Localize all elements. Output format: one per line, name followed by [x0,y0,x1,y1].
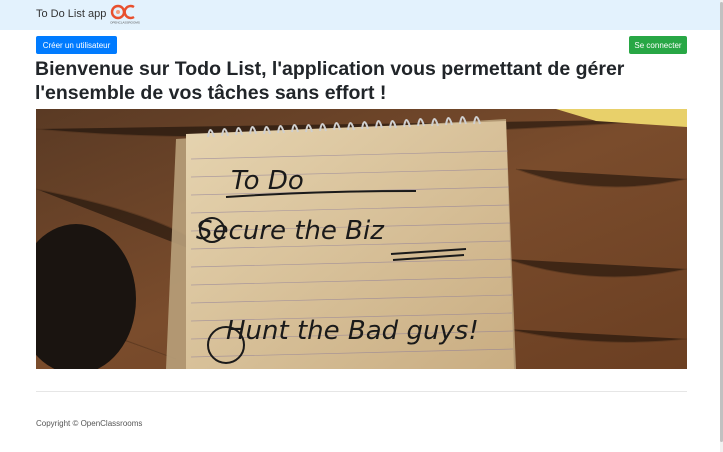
copyright-text: Copyright © OpenClassrooms [36,419,143,428]
hero-image: To Do Secure the Biz Hunt the Bad guys! [36,109,687,369]
create-user-button[interactable]: Créer un utilisateur [36,36,117,54]
hero-title-text: To Do [231,166,304,196]
welcome-heading: Bienvenue sur Todo List, l'application v… [35,57,655,105]
welcome-line-1: Bienvenue sur Todo List, l'application v… [35,58,625,80]
brand-link[interactable]: To Do List app [36,8,106,20]
footer-divider [36,391,687,392]
navbar: To Do List app OPENCLASSROOMS [0,0,720,30]
todo-notepad-photo: To Do Secure the Biz Hunt the Bad guys! [36,109,687,369]
login-button[interactable]: Se connecter [629,36,687,54]
welcome-line-2: l'ensemble de vos tâches sans effort ! [35,82,387,104]
page: To Do List app OPENCLASSROOMS Créer un u… [0,0,723,452]
openclassrooms-logo[interactable]: OPENCLASSROOMS [110,3,140,25]
logo-subtext: OPENCLASSROOMS [110,21,140,25]
hero-item-2-text: Hunt the Bad guys! [226,316,479,346]
